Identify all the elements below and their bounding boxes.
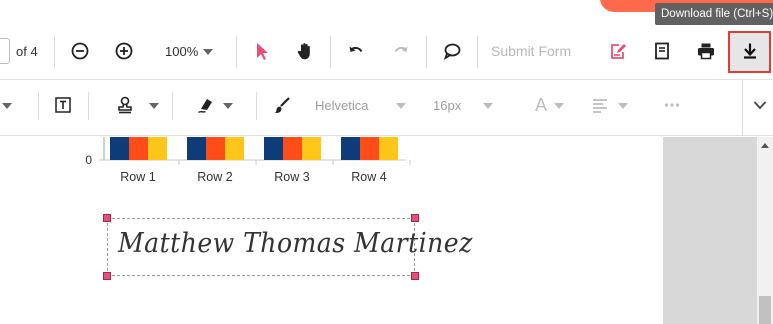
toolbar-divider [172, 92, 173, 120]
print-icon [698, 43, 714, 60]
comment-button[interactable] [436, 35, 468, 67]
toolbar-divider [54, 36, 55, 68]
signature-text: Matthew Thomas Martinez [118, 228, 473, 259]
more-options-button[interactable] [656, 89, 688, 121]
toolbar-divider [256, 92, 257, 120]
toolbar-divider [330, 36, 331, 68]
zoom-dropdown[interactable]: 100% [165, 44, 198, 59]
resize-handle-bottom-left[interactable] [103, 272, 111, 280]
toolbar-divider [38, 92, 39, 120]
redo-button[interactable] [385, 35, 417, 67]
signature-pen-icon [198, 99, 212, 114]
toolbar-divider [426, 36, 427, 68]
text-color-button[interactable]: A [535, 95, 547, 116]
y-tick-label: 0 [85, 153, 92, 167]
scroll-up-arrow-icon[interactable] [761, 143, 769, 148]
font-family-chevron-down-icon[interactable] [396, 103, 406, 109]
pan-hand-icon [297, 43, 310, 60]
ink-button[interactable] [266, 89, 298, 121]
toolbar-divider [88, 92, 89, 120]
submit-form-button[interactable]: Submit Form [491, 43, 571, 59]
chart-bar [341, 137, 360, 160]
chart-bar [148, 137, 167, 160]
free-text-button[interactable] [47, 89, 79, 121]
more-icon [664, 103, 680, 107]
x-tick-label: Row 3 [274, 170, 309, 184]
toolbar-divider [477, 36, 478, 68]
pan-tool-button[interactable] [289, 35, 321, 67]
toolbar-divider [236, 36, 237, 68]
download-tooltip: Download file (Ctrl+S) [655, 3, 773, 25]
chart-bar [129, 137, 148, 160]
x-tick-label: Row 2 [197, 170, 232, 184]
comment-icon [443, 43, 461, 61]
align-left-icon [593, 99, 607, 113]
text-box-button[interactable] [646, 35, 678, 67]
pointer-icon [257, 43, 268, 60]
x-tick-label: Row 4 [351, 170, 386, 184]
ink-brush-icon [274, 97, 290, 113]
zoom-in-icon [115, 42, 133, 60]
select-tool-button[interactable] [246, 35, 278, 67]
tool-chevron-down-icon[interactable] [2, 103, 12, 109]
expand-toolbar-button[interactable] [744, 89, 773, 121]
free-text-icon [55, 97, 71, 113]
chart-bar [225, 137, 244, 160]
signature-button[interactable] [190, 89, 222, 121]
download-icon [744, 43, 756, 59]
resize-handle-top-right[interactable] [411, 214, 419, 222]
toolbar-divider [742, 80, 743, 136]
redo-icon [394, 46, 408, 53]
resize-handle-top-left[interactable] [103, 214, 111, 222]
page-count-label: of 4 [16, 44, 38, 59]
text-color-chevron-down-icon[interactable] [554, 103, 564, 109]
chart-bar [110, 137, 129, 160]
undo-icon [349, 46, 363, 53]
chart-bar [264, 137, 283, 160]
font-family-select[interactable]: Helvetica [315, 98, 368, 113]
chart-bar [206, 137, 225, 160]
signature-chevron-down-icon[interactable] [223, 103, 233, 109]
form-designer-button[interactable] [602, 35, 634, 67]
align-chevron-down-icon[interactable] [618, 103, 628, 109]
chart-bar [187, 137, 206, 160]
page-number-input[interactable] [0, 38, 10, 64]
x-tick-label: Row 1 [120, 170, 155, 184]
download-icon-wrap[interactable] [734, 35, 766, 67]
chart-bar [302, 137, 321, 160]
undo-button[interactable] [340, 35, 372, 67]
chart-bar [283, 137, 302, 160]
stamp-chevron-down-icon[interactable] [149, 103, 159, 109]
zoom-chevron-down-icon[interactable] [203, 49, 213, 55]
chart-bar [360, 137, 379, 160]
form-design-icon [611, 44, 626, 59]
bar-chart: 0 Row 1 Row 2 Row 3 Row 4 [85, 137, 411, 184]
font-size-chevron-down-icon[interactable] [483, 103, 493, 109]
chevron-down-icon [753, 101, 767, 110]
chart-bar [379, 137, 398, 160]
font-size-select[interactable]: 16px [433, 98, 461, 113]
align-button[interactable] [584, 89, 616, 121]
text-box-icon [655, 42, 669, 60]
zoom-out-button[interactable] [64, 35, 96, 67]
zoom-in-button[interactable] [108, 35, 140, 67]
print-button[interactable] [690, 35, 722, 67]
stamp-button[interactable] [109, 89, 141, 121]
resize-handle-bottom-right[interactable] [411, 272, 419, 280]
zoom-out-icon [71, 42, 89, 60]
scrollbar-thumb[interactable] [759, 296, 771, 324]
stamp-icon [118, 96, 132, 114]
